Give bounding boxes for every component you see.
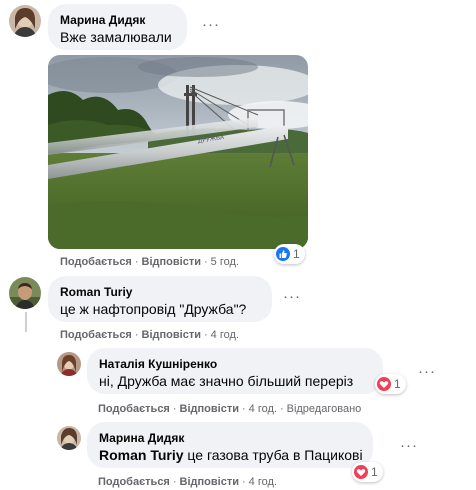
like-button[interactable]: Подобається — [98, 403, 170, 415]
like-button[interactable]: Подобається — [98, 476, 170, 488]
like-icon — [276, 247, 290, 261]
avatar[interactable] — [57, 352, 81, 376]
comment-author[interactable]: Марина Дидяк — [99, 430, 361, 446]
thread-line — [25, 312, 27, 332]
avatar[interactable] — [57, 426, 81, 450]
comment-bubble: Наталія Кушніренко ні, Дружба має значно… — [87, 348, 383, 394]
separator: · — [172, 403, 177, 415]
comment-text: Roman Turiy це газова труба в Пацикові — [99, 446, 363, 465]
reply-button[interactable]: Відповісти — [180, 476, 239, 488]
separator: · — [241, 403, 246, 415]
comment-author[interactable]: Roman Turiy — [60, 284, 260, 300]
timestamp[interactable]: 5 год. — [211, 256, 239, 268]
mention-link[interactable]: Roman Turiy — [99, 447, 184, 463]
separator: · — [134, 329, 139, 341]
reply-button[interactable]: Відповісти — [180, 403, 239, 415]
comment-actions: Подобається · Відповісти · 4 год. · Відредагов… — [98, 402, 361, 416]
comment-bubble: Roman Turiy це ж нафтопровід "Дружба"? — [48, 276, 272, 322]
reply-button[interactable]: Відповісти — [142, 329, 201, 341]
comment-actions: Подобається · Відповісти · 4 год. — [60, 328, 239, 342]
reaction-count: 1 — [293, 247, 300, 261]
separator: · — [279, 403, 284, 415]
edited-label[interactable]: Відредаговано — [287, 403, 362, 415]
more-options-icon[interactable]: ··· — [398, 436, 420, 458]
comment-photo[interactable]: ДРУЖБА — [48, 55, 308, 249]
love-icon — [377, 377, 391, 391]
comment-text: Вже замалювали — [60, 29, 172, 45]
timestamp[interactable]: 4 год. — [249, 403, 277, 415]
comment-bubble: Марина Дидяк Вже замалювали — [48, 4, 187, 50]
reply-button[interactable]: Відповісти — [142, 256, 201, 268]
timestamp[interactable]: 4 год. — [211, 329, 239, 341]
separator: · — [134, 256, 139, 268]
more-options-icon[interactable]: ··· — [281, 287, 303, 309]
avatar[interactable] — [9, 5, 41, 37]
reaction-badge[interactable]: 1 — [352, 462, 383, 482]
love-icon — [354, 465, 368, 479]
reaction-count: 1 — [394, 377, 401, 391]
separator: · — [241, 476, 246, 488]
comment-bubble: Марина Дидяк Roman Turiy це газова труба… — [87, 422, 373, 468]
more-options-icon[interactable]: ··· — [200, 15, 222, 37]
comment-author[interactable]: Марина Дидяк — [60, 12, 175, 28]
like-button[interactable]: Подобається — [60, 256, 132, 268]
reaction-badge[interactable]: 1 — [274, 244, 305, 264]
avatar[interactable] — [9, 277, 41, 309]
comment-text-body: це газова труба в Пацикові — [183, 447, 363, 463]
separator: · — [172, 476, 177, 488]
comment-actions: Подобається · Відповісти · 4 год. — [98, 475, 277, 489]
reaction-count: 1 — [371, 465, 378, 479]
comment-actions: Подобається · Відповісти · 5 год. — [60, 255, 239, 269]
separator: · — [203, 256, 208, 268]
separator: · — [203, 329, 208, 341]
comment-text: ні, Дружба має значно більший переріз — [99, 373, 354, 389]
comment-text: це ж нафтопровід "Дружба"? — [60, 301, 247, 317]
more-options-icon[interactable]: ··· — [416, 362, 438, 384]
like-button[interactable]: Подобається — [60, 329, 132, 341]
comment-author[interactable]: Наталія Кушніренко — [99, 356, 371, 372]
timestamp[interactable]: 4 год. — [249, 476, 277, 488]
reaction-badge[interactable]: 1 — [375, 374, 406, 394]
